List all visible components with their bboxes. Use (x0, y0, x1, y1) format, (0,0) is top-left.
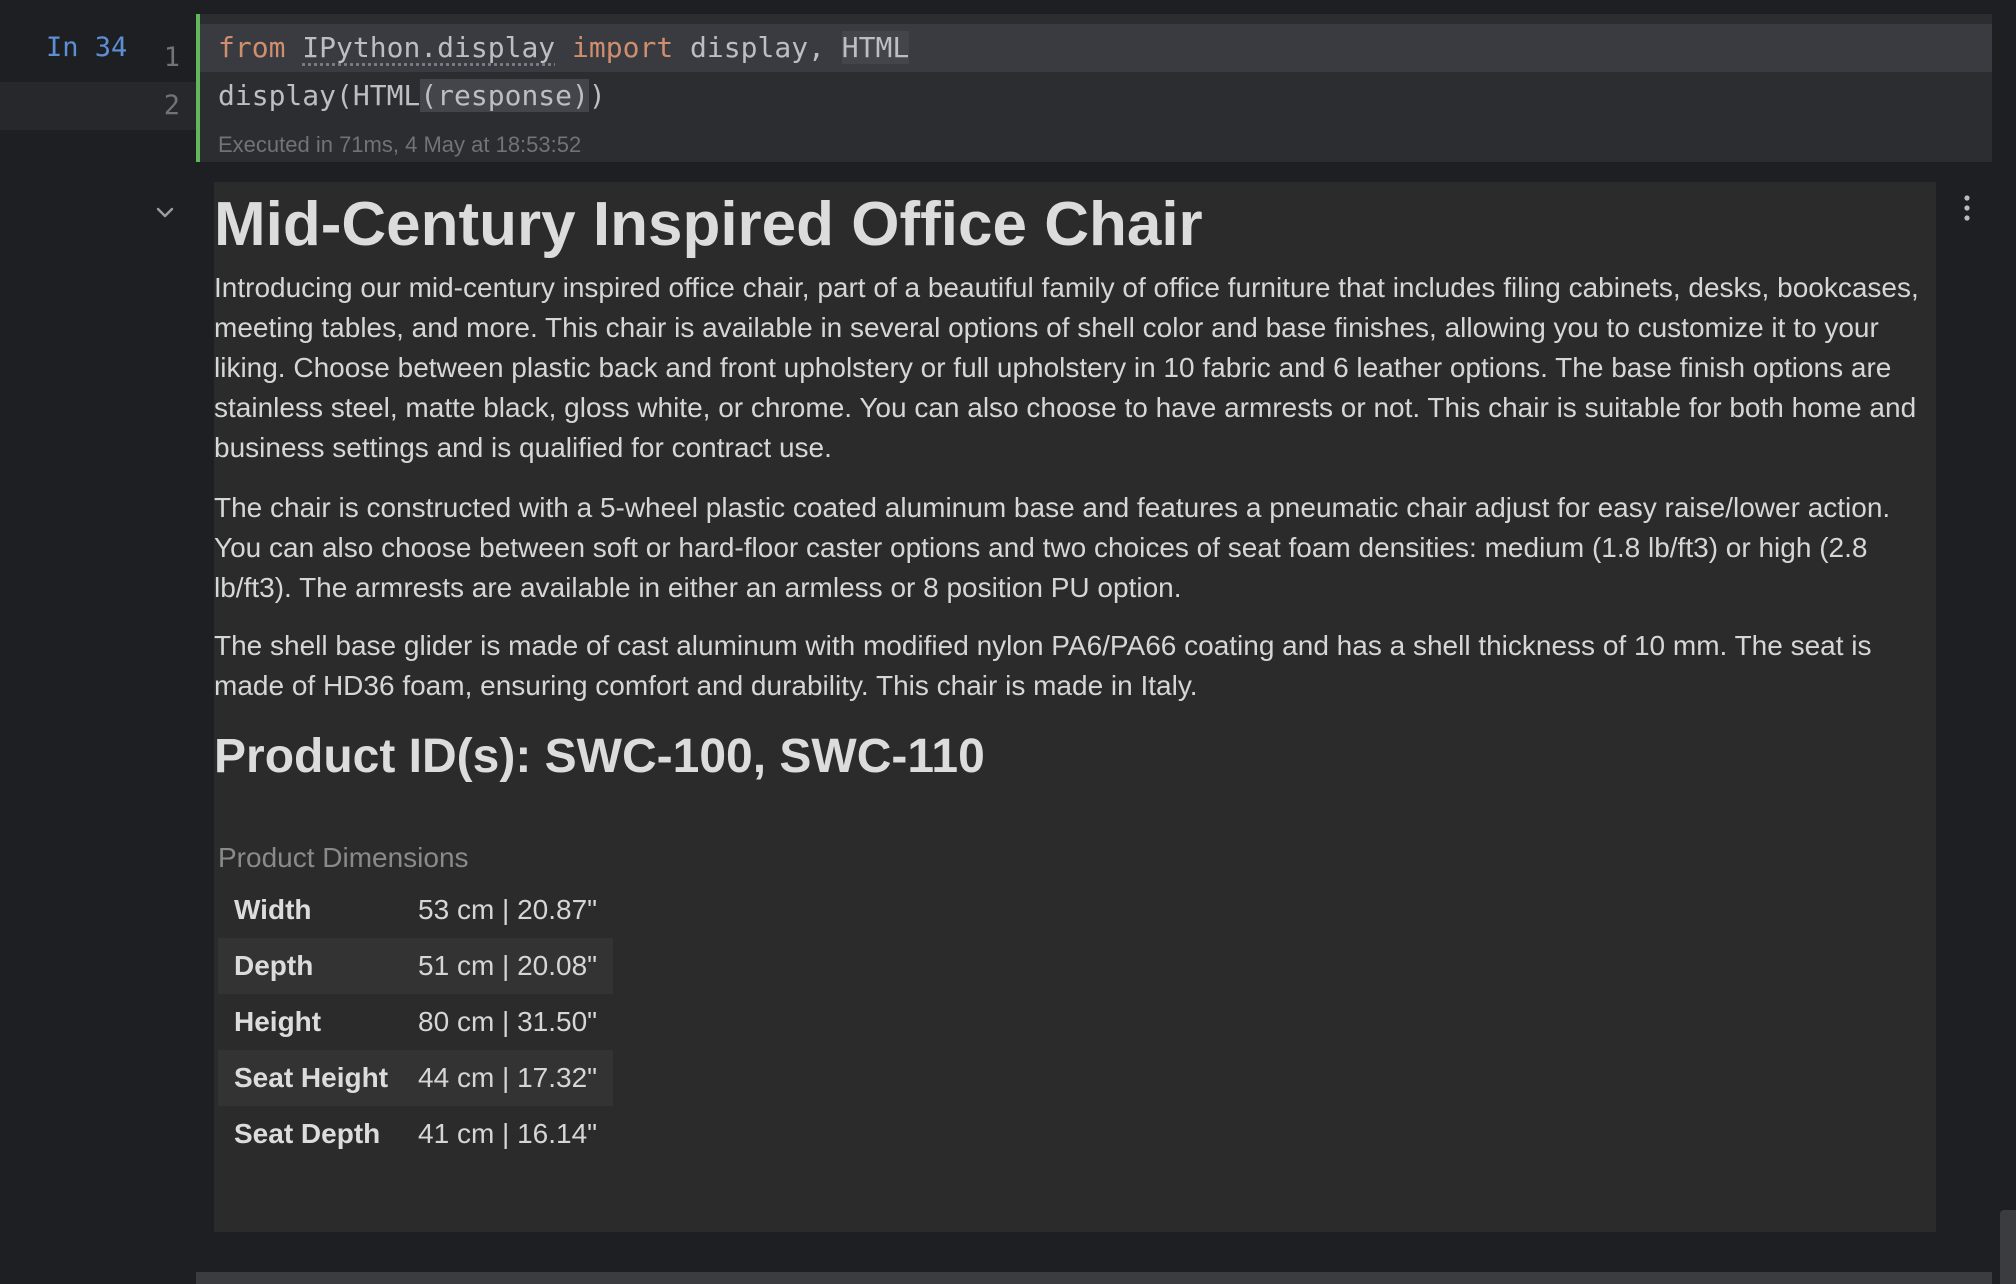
table-row: Depth 51 cm | 20.08" (218, 938, 614, 994)
code-cell[interactable]: from IPython.display import display, HTM… (196, 14, 1992, 162)
import-names: display, (690, 31, 842, 64)
dimension-label: Seat Height (234, 1062, 389, 1093)
dimension-value: 53 cm | 20.87" (418, 894, 598, 925)
top-band (0, 0, 2016, 14)
dimension-label: Depth (234, 950, 314, 981)
dimension-value: 41 cm | 16.14" (418, 1118, 598, 1149)
table-row: Seat Depth 41 cm | 16.14" (218, 1106, 613, 1162)
next-cell-edge (196, 1272, 1992, 1284)
product-title: Mid-Century Inspired Office Chair (214, 190, 1203, 259)
dimensions-table: Width 53 cm | 20.87" Depth 51 cm | 20.08… (218, 882, 614, 1162)
cell-prompt: In 34 (46, 32, 128, 63)
dimension-label: Height (234, 1006, 322, 1037)
code-call-close: ) (588, 79, 606, 112)
description-paragraph: Introducing our mid-century inspired off… (214, 272, 1919, 463)
table-caption: Product Dimensions (218, 842, 469, 873)
code-call: display(HTML (218, 79, 421, 112)
table-row: Width 53 cm | 20.87" (218, 882, 613, 938)
code-call-arg: (response) (420, 79, 589, 112)
table-row: Seat Height 44 cm | 17.32" (218, 1050, 614, 1106)
import-html: HTML (841, 31, 910, 64)
dimension-value: 80 cm | 31.50" (418, 1006, 598, 1037)
code-line[interactable]: display(HTML(response)) (200, 72, 1992, 120)
cell-output: Mid-Century Inspired Office Chair Introd… (214, 182, 1936, 1232)
chevron-down-icon[interactable] (150, 198, 180, 228)
keyword-import: import (572, 31, 674, 64)
more-vertical-icon[interactable] (1956, 192, 1978, 228)
description-paragraph: The chair is constructed with a 5-wheel … (214, 492, 1891, 603)
execution-info: Executed in 71ms, 4 May at 18:53:52 (218, 132, 582, 157)
dimension-label: Width (234, 894, 312, 925)
dimension-value: 51 cm | 20.08" (418, 950, 598, 981)
scrollbar-thumb[interactable] (2000, 1210, 2016, 1284)
product-ids: Product ID(s): SWC-100, SWC-110 (214, 730, 985, 783)
dimension-label: Seat Depth (234, 1118, 381, 1149)
description-paragraph: The shell base glider is made of cast al… (214, 630, 1872, 701)
dimension-value: 44 cm | 17.32" (418, 1062, 598, 1093)
table-row: Height 80 cm | 31.50" (218, 994, 613, 1050)
keyword-from: from (218, 31, 286, 64)
notebook-page: In 34 1 2 from IPython.display import di… (0, 0, 2016, 1284)
line-number: 1 (163, 42, 180, 73)
line-number: 2 (163, 90, 180, 121)
module-name: IPython.display (302, 31, 556, 64)
code-line[interactable]: from IPython.display import display, HTM… (200, 24, 1992, 72)
